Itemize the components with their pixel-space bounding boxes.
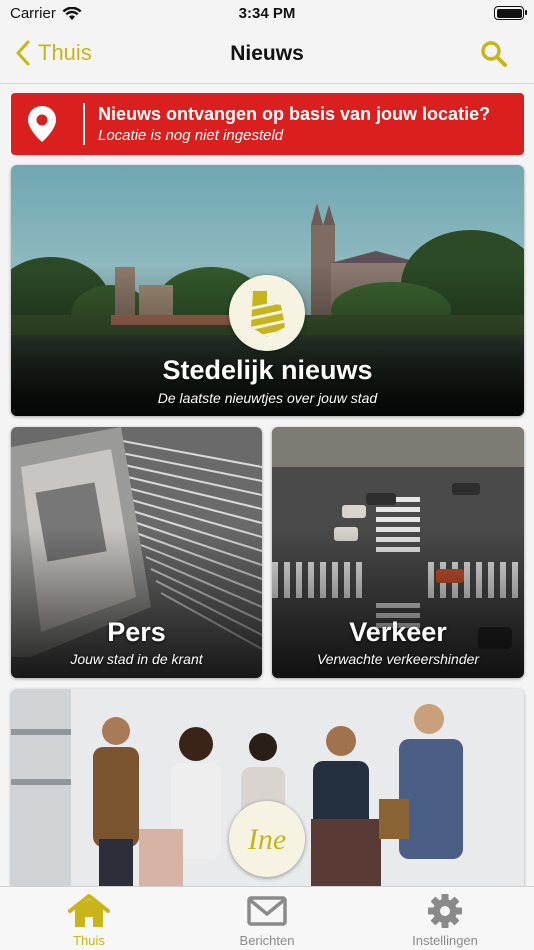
tab-instellingen[interactable]: Instellingen <box>356 887 534 950</box>
ine-logo: Ine <box>229 801 305 877</box>
page-title: Nieuws <box>230 42 304 65</box>
status-bar: Carrier 3:34 PM <box>0 0 534 26</box>
battery-icon <box>494 6 527 20</box>
banner-title: Nieuws ontvangen op basis van jouw locat… <box>98 104 491 124</box>
tile-subtitle: Jouw stad in de krant <box>70 651 203 667</box>
tile-title: Stedelijk nieuws <box>162 355 373 385</box>
tile-shopping[interactable]: Ine <box>11 689 524 889</box>
gear-icon <box>428 894 462 928</box>
navigation-bar: Thuis Nieuws <box>0 26 534 84</box>
tile-verkeer[interactable]: Verkeer Verwachte verkeershinder <box>272 427 524 678</box>
home-icon <box>68 894 110 927</box>
tab-bar: Thuis Berichten Instellingen <box>0 886 534 950</box>
tile-subtitle: De laatste nieuwtjes over jouw stad <box>157 390 378 406</box>
tab-label: Thuis <box>73 933 105 948</box>
location-banner[interactable]: Nieuws ontvangen op basis van jouw locat… <box>11 93 524 155</box>
tile-pers[interactable]: Pers Jouw stad in de krant <box>11 427 262 678</box>
svg-text:Ine: Ine <box>247 823 286 856</box>
tab-label: Berichten <box>239 933 295 948</box>
ine-logo-icon: Ine <box>247 823 286 856</box>
location-pin-icon <box>28 106 56 142</box>
mail-icon <box>247 896 287 926</box>
tile-title: Verkeer <box>349 617 447 647</box>
tile-subtitle: Verwachte verkeershinder <box>316 651 480 667</box>
brand-logo-icon <box>251 291 285 337</box>
tab-label: Instellingen <box>412 933 478 948</box>
tab-thuis[interactable]: Thuis <box>0 887 178 950</box>
status-time: 3:34 PM <box>238 5 296 22</box>
tile-title: Pers <box>107 617 166 647</box>
banner-subtitle: Locatie is nog niet ingesteld <box>98 127 284 144</box>
search-button[interactable] <box>480 40 508 73</box>
search-icon <box>481 41 507 67</box>
stedelijk-logo <box>229 275 305 351</box>
banner-divider <box>83 103 85 145</box>
tab-berichten[interactable]: Berichten <box>178 887 356 950</box>
tile-stedelijk-nieuws[interactable]: Stedelijk nieuws De laatste nieuwtjes ov… <box>11 165 524 416</box>
